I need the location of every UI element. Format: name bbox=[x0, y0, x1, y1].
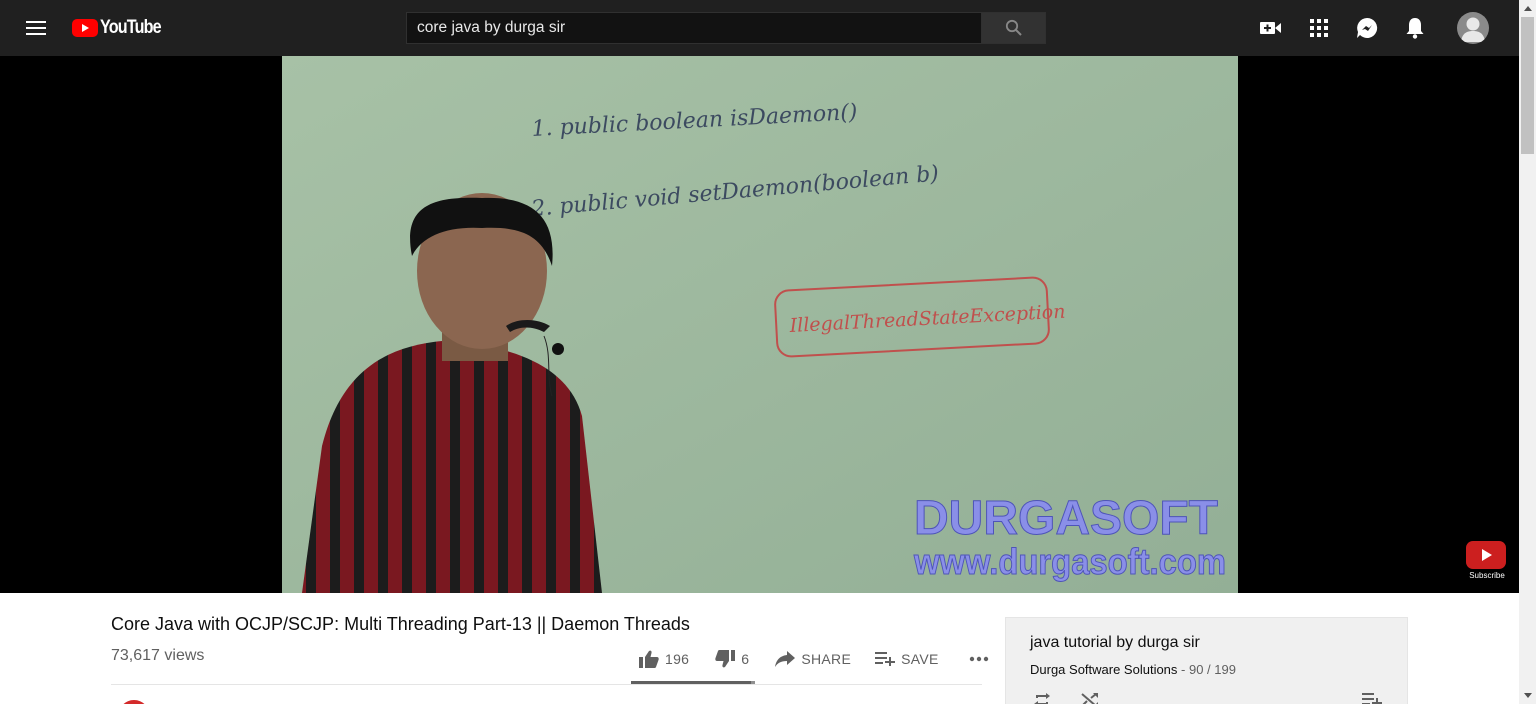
loop-playlist-button[interactable] bbox=[1030, 688, 1054, 704]
search-icon bbox=[1005, 19, 1022, 36]
subscribe-watermark-button[interactable]: Subscribe bbox=[1466, 541, 1508, 583]
account-avatar-icon bbox=[1461, 17, 1485, 42]
scroll-down-button[interactable] bbox=[1519, 687, 1536, 704]
playlist-owner[interactable]: Durga Software Solutions bbox=[1030, 662, 1177, 677]
share-label: SHARE bbox=[801, 651, 852, 667]
save-button[interactable]: SAVE bbox=[875, 651, 939, 667]
logo-wordmark: YouTube bbox=[100, 17, 162, 38]
like-button[interactable]: 196 bbox=[639, 650, 689, 668]
dislike-button[interactable]: 6 bbox=[715, 650, 749, 668]
playlist-position: - 90 / 199 bbox=[1177, 662, 1236, 677]
loop-icon bbox=[1034, 693, 1050, 704]
scroll-up-button[interactable] bbox=[1519, 0, 1536, 17]
account-avatar[interactable] bbox=[1457, 12, 1489, 44]
subscribe-play-icon bbox=[1466, 541, 1506, 569]
search-button[interactable] bbox=[981, 12, 1046, 44]
scroll-down-arrow-icon bbox=[1523, 693, 1532, 698]
scroll-up-arrow-icon bbox=[1523, 6, 1532, 11]
info-divider bbox=[111, 684, 982, 685]
messages-icon bbox=[1357, 17, 1378, 38]
share-button[interactable]: SHARE bbox=[775, 651, 851, 667]
scrollbar-thumb[interactable] bbox=[1521, 17, 1534, 154]
video-frame[interactable]: 1. public boolean isDaemon() 2. public v… bbox=[282, 56, 1238, 593]
playlist-meta: Durga Software Solutions - 90 / 199 bbox=[1030, 662, 1236, 677]
youtube-play-logo-icon bbox=[72, 19, 98, 37]
apps-grid-icon bbox=[1310, 19, 1328, 37]
create-video-button[interactable] bbox=[1255, 12, 1287, 44]
guide-menu-button[interactable] bbox=[16, 8, 56, 48]
shuffle-icon bbox=[1081, 693, 1098, 704]
save-label: SAVE bbox=[901, 651, 939, 667]
share-arrow-icon bbox=[775, 651, 796, 667]
playlist-panel: java tutorial by durga sir Durga Softwar… bbox=[1005, 617, 1408, 704]
shuffle-playlist-button[interactable] bbox=[1078, 688, 1102, 704]
video-player[interactable]: 1. public boolean isDaemon() 2. public v… bbox=[0, 56, 1519, 593]
notifications-bell-icon bbox=[1406, 18, 1424, 39]
save-playlist-button[interactable] bbox=[1360, 688, 1384, 704]
video-title: Core Java with OCJP/SCJP: Multi Threadin… bbox=[111, 614, 690, 634]
youtube-logo[interactable]: YouTube bbox=[72, 16, 171, 40]
view-count: 73,617 views bbox=[111, 647, 205, 664]
search-input[interactable] bbox=[417, 19, 982, 37]
playlist-add-icon bbox=[1362, 693, 1382, 704]
thumbs-up-icon bbox=[639, 650, 659, 668]
more-horizontal-icon bbox=[969, 656, 988, 662]
video-actions: 196 6 SHARE SAVE bbox=[631, 643, 989, 675]
like-count: 196 bbox=[665, 651, 690, 667]
hamburger-menu-icon bbox=[26, 21, 46, 35]
subscribe-label: Subscribe bbox=[1469, 571, 1505, 580]
thumbs-down-icon bbox=[715, 650, 736, 668]
search-box bbox=[406, 12, 982, 44]
playlist-title[interactable]: java tutorial by durga sir bbox=[1030, 634, 1200, 652]
watermark-title: DURGASOFT bbox=[914, 492, 1218, 545]
channel-avatar[interactable] bbox=[118, 700, 150, 704]
video-still: 1. public boolean isDaemon() 2. public v… bbox=[282, 56, 1238, 593]
add-to-playlist-icon bbox=[875, 652, 896, 666]
messages-button[interactable] bbox=[1351, 12, 1383, 44]
masthead: YouTube bbox=[0, 0, 1519, 56]
create-video-icon bbox=[1260, 22, 1281, 34]
apps-button[interactable] bbox=[1303, 12, 1335, 44]
notifications-button[interactable] bbox=[1399, 12, 1431, 44]
more-actions-button[interactable] bbox=[969, 656, 989, 662]
watermark-url: www.durgasoft.com bbox=[913, 541, 1226, 582]
dislike-count: 6 bbox=[741, 651, 750, 667]
page-scrollbar[interactable] bbox=[1519, 0, 1536, 704]
